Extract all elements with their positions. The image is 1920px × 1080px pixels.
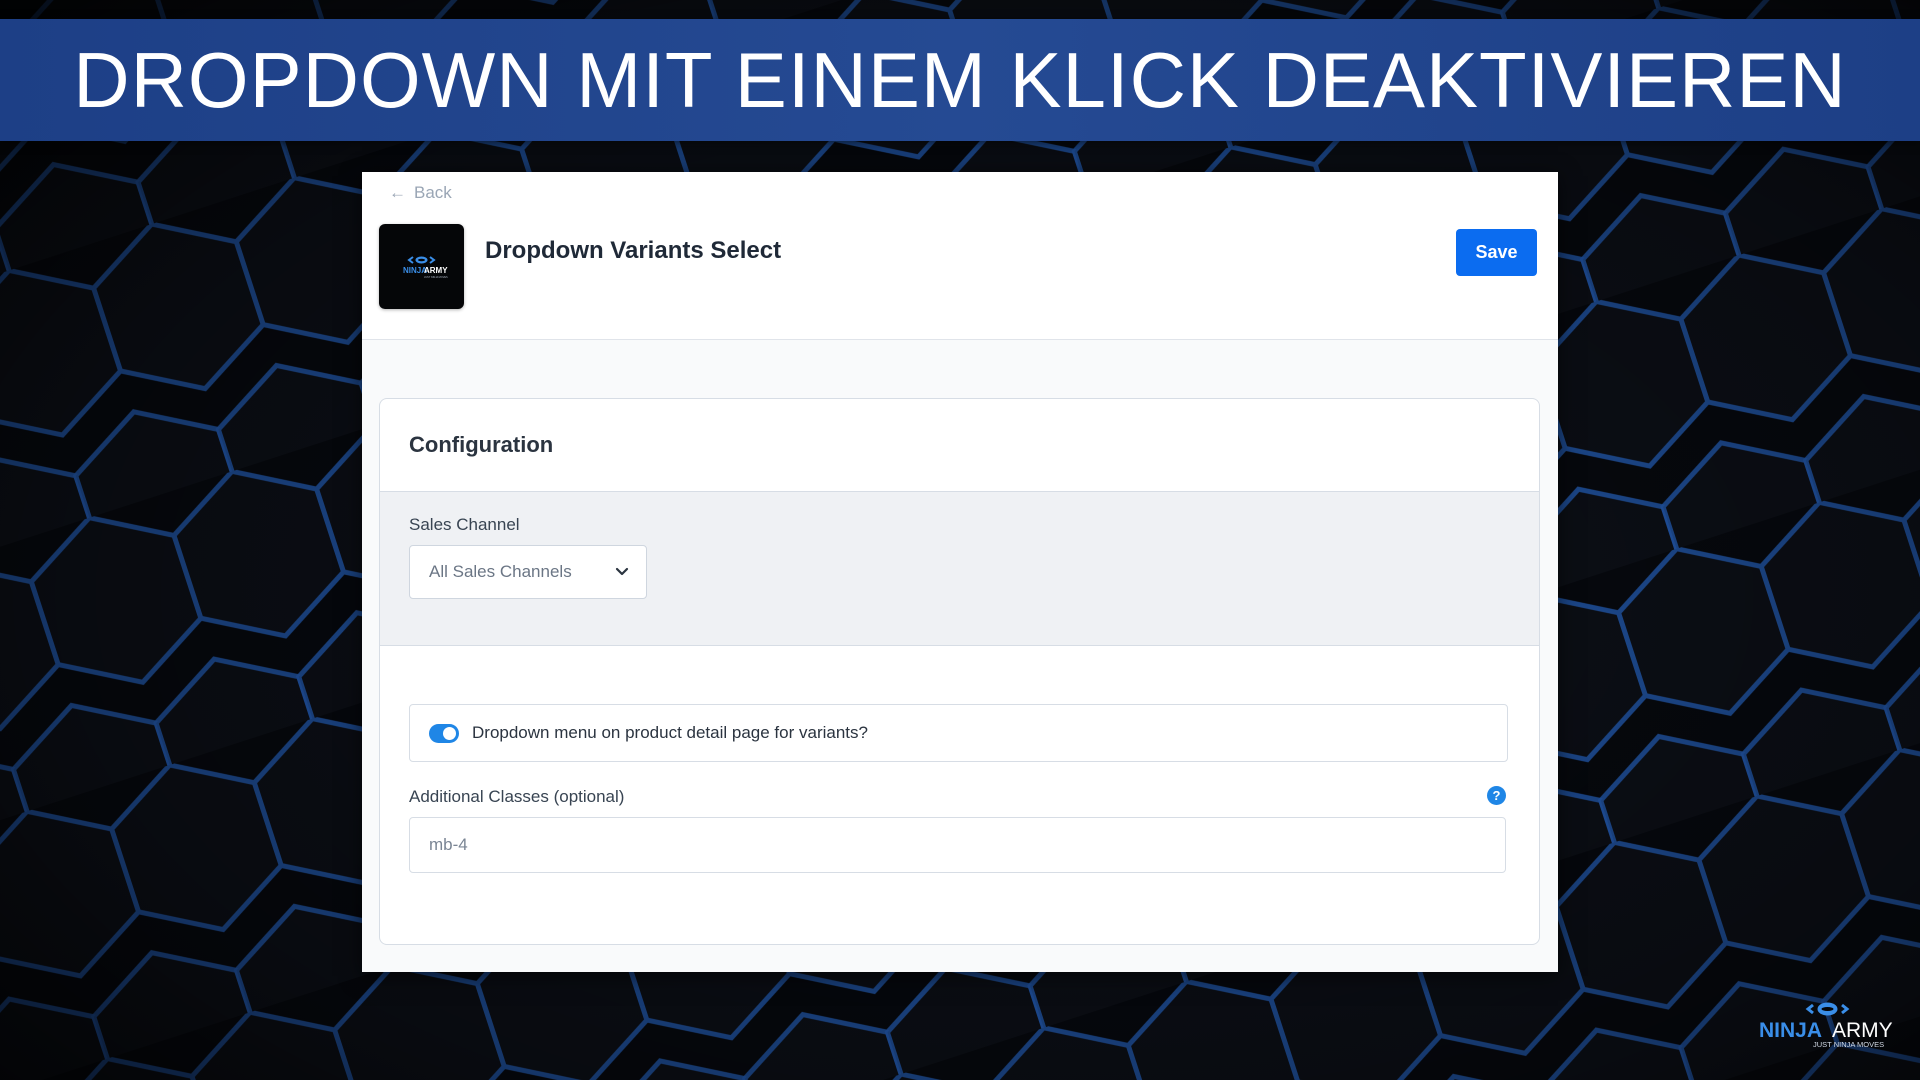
configuration-card: Configuration Sales Channel All Sales Ch… xyxy=(379,398,1540,945)
additional-classes-label: Additional Classes (optional) xyxy=(409,787,625,806)
sales-channel-select[interactable]: All Sales Channels xyxy=(409,545,647,599)
back-link[interactable]: ← Back xyxy=(389,182,452,204)
additional-classes-input[interactable] xyxy=(409,817,1506,873)
chevron-down-icon xyxy=(615,567,629,576)
variant-dropdown-toggle[interactable] xyxy=(429,724,459,743)
arrow-left-icon: ← xyxy=(389,183,406,202)
svg-text:JUST NINJA MOVES: JUST NINJA MOVES xyxy=(424,276,448,279)
sales-channel-selected-value: All Sales Channels xyxy=(429,562,572,581)
back-label: Back xyxy=(414,183,452,202)
page-title: Dropdown Variants Select xyxy=(485,237,782,264)
app-logo: NINJA ARMY JUST NINJA MOVES xyxy=(379,224,464,309)
svg-text:ARMY: ARMY xyxy=(424,266,448,275)
card-title: Configuration xyxy=(409,432,554,457)
banner-title: DROPDOWN MIT EINEM KLICK DEAKTIVIEREN xyxy=(73,36,1847,124)
sales-channel-label: Sales Channel xyxy=(409,515,520,534)
variant-dropdown-toggle-label: Dropdown menu on product detail page for… xyxy=(472,723,868,742)
ninja-army-logo-icon: NINJA ARMY JUST NINJA MOVES xyxy=(403,256,448,279)
sales-channel-section: Sales Channel All Sales Channels xyxy=(380,492,1539,646)
corner-brand-logo: NINJA ARMY JUST NINJA MOVES xyxy=(1759,1002,1893,1049)
panel-header: ← Back NINJA ARMY JUST NINJA MOVES Dropdo… xyxy=(362,172,1558,340)
svg-text:NINJA: NINJA xyxy=(1759,1019,1822,1042)
toggle-knob xyxy=(443,727,456,740)
app-settings-panel: ← Back NINJA ARMY JUST NINJA MOVES Dropdo… xyxy=(362,172,1558,972)
variant-dropdown-toggle-row: Dropdown menu on product detail page for… xyxy=(409,704,1508,762)
title-banner: DROPDOWN MIT EINEM KLICK DEAKTIVIEREN xyxy=(0,19,1920,141)
svg-text:ARMY: ARMY xyxy=(1832,1019,1893,1042)
save-button[interactable]: Save xyxy=(1456,229,1537,276)
svg-text:JUST NINJA MOVES: JUST NINJA MOVES xyxy=(1813,1040,1884,1049)
help-icon[interactable]: ? xyxy=(1487,786,1506,805)
